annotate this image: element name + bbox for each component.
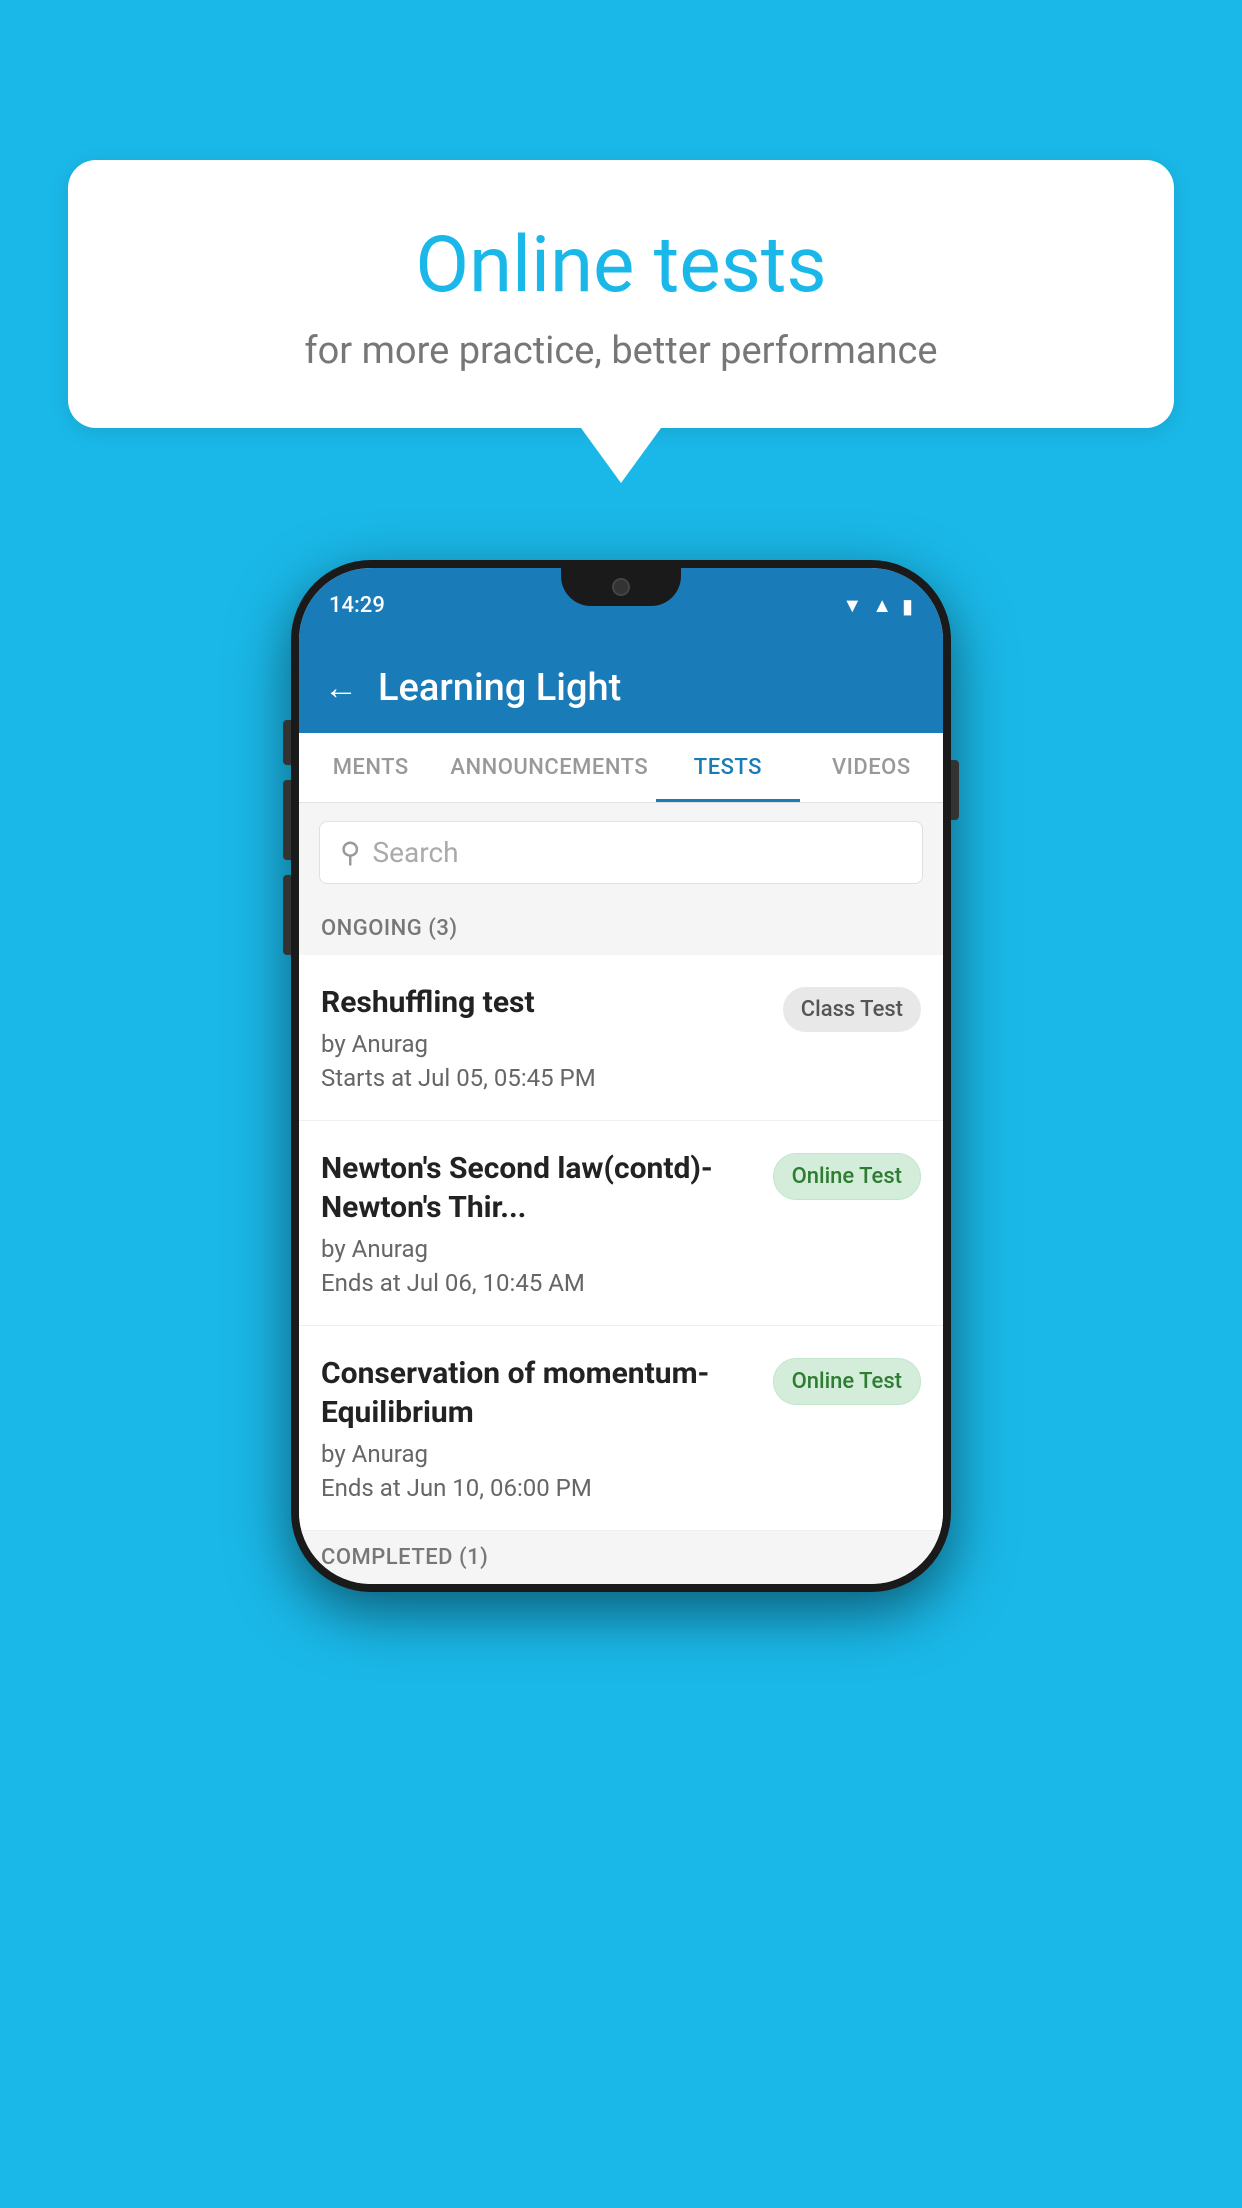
test-time: Ends at Jun 10, 06:00 PM bbox=[321, 1474, 758, 1502]
status-bar: 14:29 ▼ ▲ ▮ bbox=[299, 568, 943, 643]
test-author: by Anurag bbox=[321, 1030, 768, 1058]
front-camera bbox=[612, 578, 630, 596]
class-test-badge: Class Test bbox=[783, 987, 921, 1032]
test-info: Reshuffling test by Anurag Starts at Jul… bbox=[321, 983, 768, 1092]
wifi-icon: ▼ bbox=[842, 593, 862, 618]
battery-icon: ▮ bbox=[902, 594, 913, 618]
test-list: Reshuffling test by Anurag Starts at Jul… bbox=[299, 955, 943, 1531]
speech-bubble-title: Online tests bbox=[118, 220, 1124, 311]
status-icons: ▼ ▲ ▮ bbox=[842, 593, 913, 618]
test-time: Ends at Jul 06, 10:45 AM bbox=[321, 1269, 758, 1297]
power-button[interactable] bbox=[951, 760, 959, 820]
speech-bubble-arrow bbox=[581, 428, 661, 483]
speech-bubble: Online tests for more practice, better p… bbox=[68, 160, 1174, 428]
tab-tests[interactable]: TESTS bbox=[656, 733, 799, 802]
tabs-container: MENTS ANNOUNCEMENTS TESTS VIDEOS bbox=[299, 733, 943, 803]
search-bar[interactable]: ⚲ Search bbox=[319, 821, 923, 884]
test-title: Newton's Second law(contd)-Newton's Thir… bbox=[321, 1149, 758, 1227]
test-title: Reshuffling test bbox=[321, 983, 768, 1022]
search-container: ⚲ Search bbox=[299, 803, 943, 902]
status-time: 14:29 bbox=[329, 593, 385, 618]
completed-section-header: COMPLETED (1) bbox=[299, 1531, 943, 1584]
volume-silent-button[interactable] bbox=[283, 720, 291, 765]
test-time: Starts at Jul 05, 05:45 PM bbox=[321, 1064, 768, 1092]
tab-videos[interactable]: VIDEOS bbox=[800, 733, 943, 802]
test-item[interactable]: Newton's Second law(contd)-Newton's Thir… bbox=[299, 1121, 943, 1326]
ongoing-section-header: ONGOING (3) bbox=[299, 902, 943, 955]
phone-frame: 14:29 ▼ ▲ ▮ ← Learning Light MENTS bbox=[291, 560, 951, 1592]
back-button[interactable]: ← bbox=[324, 668, 358, 708]
app-toolbar: ← Learning Light bbox=[299, 643, 943, 733]
phone-screen: 14:29 ▼ ▲ ▮ ← Learning Light MENTS bbox=[299, 568, 943, 1584]
search-icon: ⚲ bbox=[340, 836, 361, 869]
volume-down-button[interactable] bbox=[283, 875, 291, 955]
tab-announcements[interactable]: ANNOUNCEMENTS bbox=[442, 733, 656, 802]
test-info: Newton's Second law(contd)-Newton's Thir… bbox=[321, 1149, 758, 1297]
online-test-badge: Online Test bbox=[773, 1358, 921, 1405]
test-title: Conservation of momentum-Equilibrium bbox=[321, 1354, 758, 1432]
test-info: Conservation of momentum-Equilibrium by … bbox=[321, 1354, 758, 1502]
signal-icon: ▲ bbox=[872, 593, 892, 618]
search-placeholder: Search bbox=[373, 836, 459, 869]
volume-up-button[interactable] bbox=[283, 780, 291, 860]
test-author: by Anurag bbox=[321, 1440, 758, 1468]
online-test-badge: Online Test bbox=[773, 1153, 921, 1200]
speech-bubble-subtitle: for more practice, better performance bbox=[118, 329, 1124, 373]
test-item[interactable]: Reshuffling test by Anurag Starts at Jul… bbox=[299, 955, 943, 1121]
test-item[interactable]: Conservation of momentum-Equilibrium by … bbox=[299, 1326, 943, 1531]
speech-bubble-container: Online tests for more practice, better p… bbox=[68, 160, 1174, 483]
test-author: by Anurag bbox=[321, 1235, 758, 1263]
toolbar-title: Learning Light bbox=[378, 666, 621, 710]
phone-container: 14:29 ▼ ▲ ▮ ← Learning Light MENTS bbox=[291, 560, 951, 1592]
notch bbox=[561, 568, 681, 606]
tab-assignments[interactable]: MENTS bbox=[299, 733, 442, 802]
